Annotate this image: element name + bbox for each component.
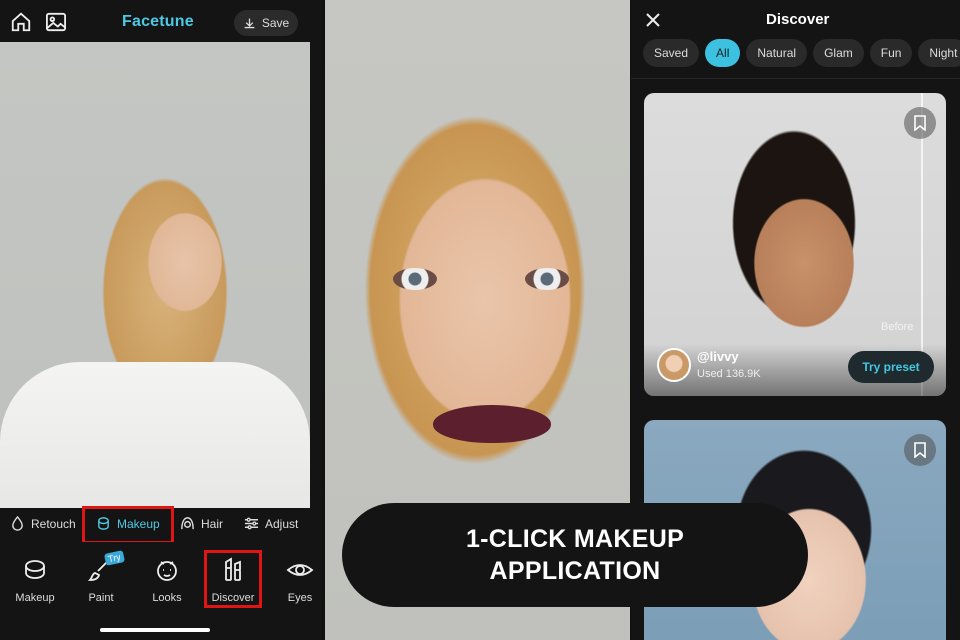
discover-header: Discover bbox=[631, 0, 960, 38]
save-label: Save bbox=[261, 16, 290, 30]
chip-all[interactable]: All bbox=[705, 39, 741, 67]
chip-fun[interactable]: Fun bbox=[869, 39, 913, 67]
editor-photo[interactable] bbox=[0, 42, 310, 522]
chip-night[interactable]: Night bbox=[918, 39, 960, 67]
download-icon bbox=[244, 18, 255, 28]
gallery-icon[interactable] bbox=[45, 12, 67, 32]
compact-icon bbox=[25, 560, 45, 579]
dark-lipstick bbox=[433, 405, 551, 443]
photo-shirt bbox=[0, 362, 310, 522]
left-eye bbox=[393, 268, 437, 290]
bookmark-icon bbox=[914, 442, 926, 458]
creator-avatar[interactable] bbox=[657, 348, 691, 382]
chip-natural[interactable]: Natural bbox=[746, 39, 808, 67]
discover-tool-highlight bbox=[204, 550, 262, 608]
tab-retouch[interactable]: Retouch bbox=[10, 516, 76, 531]
app-brand-title: Facetune bbox=[122, 13, 194, 30]
chip-glam[interactable]: Glam bbox=[813, 39, 864, 67]
bookmark-icon bbox=[914, 115, 926, 131]
try-preset-button[interactable]: Try preset bbox=[848, 351, 934, 383]
before-label: Before bbox=[881, 321, 914, 333]
right-eye bbox=[525, 268, 569, 290]
sliders-icon bbox=[244, 517, 259, 530]
tab-adjust[interactable]: Adjust bbox=[244, 516, 298, 531]
caption-line-2: APPLICATION bbox=[489, 557, 661, 585]
hair-icon bbox=[181, 517, 194, 530]
home-indicator bbox=[100, 628, 210, 632]
home-icon[interactable] bbox=[10, 11, 32, 33]
tool-makeup-label: Makeup bbox=[15, 592, 55, 604]
eye-icon bbox=[286, 564, 314, 576]
chip-saved[interactable]: Saved bbox=[643, 39, 700, 67]
tool-makeup[interactable]: Makeup bbox=[5, 556, 65, 604]
creator-handle[interactable]: @livvy bbox=[697, 349, 739, 364]
tab-hair[interactable]: Hair bbox=[180, 516, 223, 531]
tool-paint[interactable]: Paint bbox=[71, 556, 131, 604]
tab-retouch-label: Retouch bbox=[31, 516, 76, 531]
filter-chips: Saved All Natural Glam Fun Night bbox=[643, 39, 960, 67]
header-divider bbox=[631, 78, 960, 79]
bookmark-button[interactable] bbox=[904, 434, 936, 466]
save-button[interactable]: Save bbox=[234, 10, 298, 36]
facetune-editor-panel: Facetune Save Retouch Makeup Hair Adjust bbox=[0, 0, 322, 640]
editor-top-bar: Facetune Save bbox=[0, 0, 322, 42]
tab-hair-label: Hair bbox=[201, 516, 224, 531]
tool-looks[interactable]: Looks bbox=[137, 556, 197, 604]
face-icon bbox=[157, 561, 177, 581]
preset-card[interactable]: Before @livvy Used 136.9K Try preset bbox=[644, 93, 946, 396]
usage-count: Used 136.9K bbox=[697, 368, 761, 380]
makeup-tab-highlight bbox=[82, 506, 174, 544]
caption-line-1: 1-CLICK MAKEUP bbox=[465, 525, 685, 553]
tool-eyes[interactable]: Eyes bbox=[270, 556, 322, 604]
close-icon[interactable] bbox=[645, 12, 661, 28]
tool-eyes-label: Eyes bbox=[287, 592, 313, 604]
editor-tool-bar: Makeup Paint Try Looks Discover Eyes bbox=[0, 542, 322, 640]
drop-icon bbox=[12, 516, 23, 531]
tab-adjust-label: Adjust bbox=[265, 516, 299, 531]
tool-looks-label: Looks bbox=[152, 592, 182, 604]
bookmark-button[interactable] bbox=[904, 107, 936, 139]
tool-paint-label: Paint bbox=[88, 592, 114, 604]
feature-caption: 1-CLICK MAKEUP APPLICATION bbox=[342, 503, 808, 607]
discover-title: Discover bbox=[766, 11, 830, 28]
